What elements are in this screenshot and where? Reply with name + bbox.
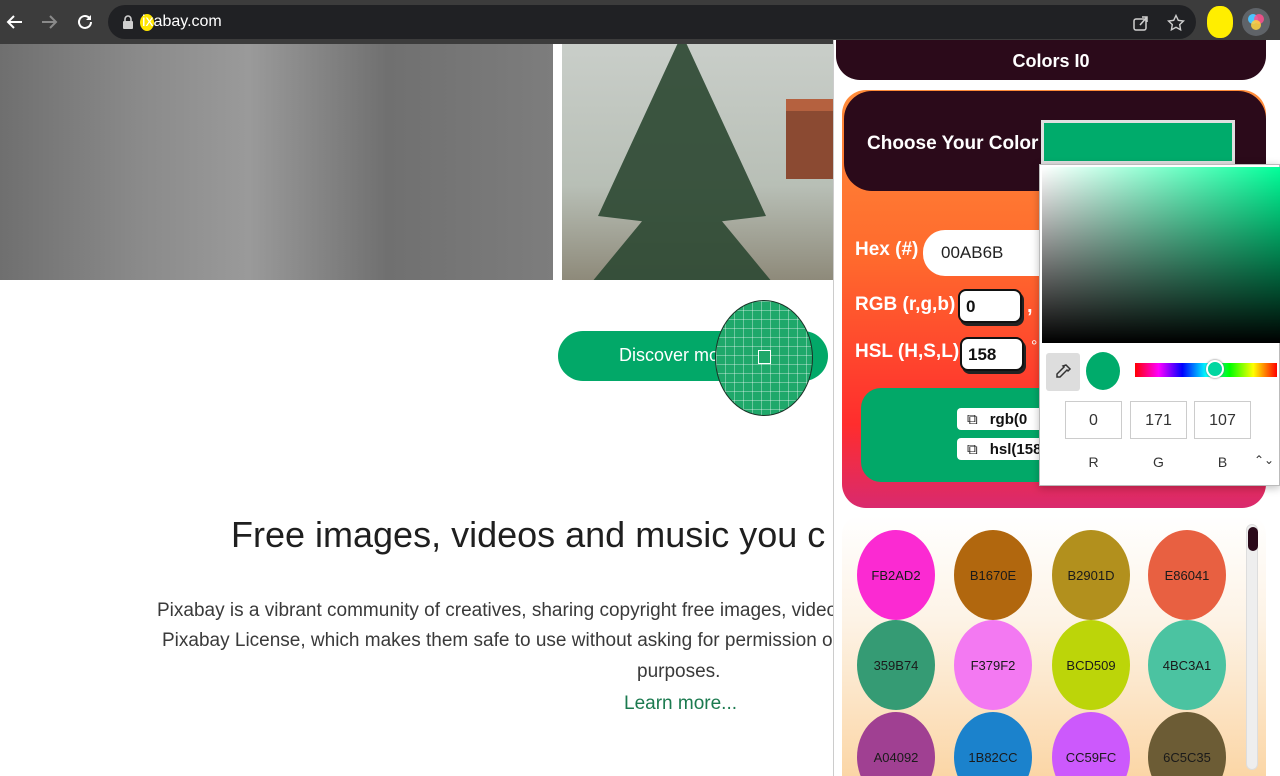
swatch-label: F379F2 xyxy=(970,657,1016,673)
bookmark-star-icon[interactable] xyxy=(1167,14,1185,32)
copy-hsl-button[interactable]: ⧉ hsl(158, xyxy=(957,438,1052,460)
format-toggle-button[interactable]: ⌃⌄ xyxy=(1254,453,1274,467)
swatch-grid: FB2AD2 B1670E B2901D E86041 359B74 F379F2 BCD5… xyxy=(842,516,1266,776)
swatch-label: E86041 xyxy=(1164,567,1210,583)
cabin-shape xyxy=(786,99,834,179)
swatch-label: 359B74 xyxy=(873,657,919,673)
reload-icon xyxy=(78,14,92,29)
popup-title: Colors I0 xyxy=(836,40,1266,80)
swatch-label: BCD509 xyxy=(1066,657,1116,673)
color-swatch[interactable]: B2901D xyxy=(1052,530,1130,620)
swatch-scrollbar[interactable] xyxy=(1246,524,1258,770)
swatch-label: A04092 xyxy=(873,749,919,765)
color-swatch[interactable]: A04092 xyxy=(857,712,935,776)
forward-button[interactable] xyxy=(37,10,61,34)
picker-g-input[interactable]: 171 xyxy=(1130,401,1187,439)
color-swatch[interactable]: 1B82CC xyxy=(954,712,1032,776)
share-icon[interactable] xyxy=(1132,14,1150,32)
swatch-label: CC59FC xyxy=(1065,749,1117,765)
back-button[interactable] xyxy=(3,10,27,34)
tree-shape xyxy=(582,44,782,280)
tree-photo[interactable] xyxy=(562,44,834,280)
eyedropper-button[interactable] xyxy=(1046,353,1080,391)
eyedropper-magnifier xyxy=(715,300,813,416)
copy-hsl-text: hsl(158, xyxy=(989,441,1046,458)
color-picker-dropdown: 0 171 107 R G B ⌃⌄ xyxy=(1039,164,1280,486)
color-preview xyxy=(1086,352,1120,390)
browser-toolbar: ixabay.com xyxy=(0,0,1280,44)
rgb-r-input[interactable]: 0 xyxy=(958,289,1022,323)
color-swatch[interactable]: F379F2 xyxy=(954,620,1032,710)
palette-icon xyxy=(1248,14,1264,30)
hex-label: Hex (#) xyxy=(855,239,919,260)
swatch-label: B2901D xyxy=(1067,567,1115,583)
magnifier-center-pixel xyxy=(758,350,771,364)
copy-icon: ⧉ xyxy=(967,441,978,458)
copy-icon: ⧉ xyxy=(967,411,978,428)
reload-button[interactable] xyxy=(73,10,97,34)
page-headline: Free images, videos and music you c xyxy=(231,514,826,555)
address-bar[interactable]: ixabay.com xyxy=(108,5,1196,39)
color-swatch[interactable]: CC59FC xyxy=(1052,712,1130,776)
color-swatch[interactable]: E86041 xyxy=(1148,530,1226,620)
picker-r-input[interactable]: 0 xyxy=(1065,401,1122,439)
color-swatch[interactable]: B1670E xyxy=(954,530,1032,620)
url-text: ixabay.com xyxy=(142,13,222,30)
saturation-value-field[interactable] xyxy=(1042,167,1280,343)
colors-extension-icon[interactable] xyxy=(1242,8,1270,36)
arrow-right-icon xyxy=(42,15,58,29)
color-swatch[interactable]: FB2AD2 xyxy=(857,530,935,620)
color-input[interactable] xyxy=(1041,120,1235,164)
lock-icon xyxy=(123,15,133,29)
hue-slider-handle[interactable] xyxy=(1206,360,1224,378)
picker-b-label: B xyxy=(1217,454,1228,470)
learn-more-link[interactable]: Learn more... xyxy=(624,693,737,715)
extension-icon-highlighted[interactable] xyxy=(1207,6,1233,38)
eyedropper-icon xyxy=(1056,364,1072,378)
description-line: Pixabay is a vibrant community of creati… xyxy=(157,600,869,621)
statues-photo[interactable] xyxy=(0,44,553,280)
hsl-h-input[interactable]: 158 xyxy=(960,337,1024,371)
copy-rgb-button[interactable]: ⧉ rgb(0 xyxy=(957,408,1052,430)
description-line: Pixabay License, which makes them safe t… xyxy=(162,630,869,651)
description-line: purposes. xyxy=(637,661,721,682)
scrollbar-thumb[interactable] xyxy=(1248,527,1258,551)
rgb-label: RGB (r,g,b) xyxy=(855,294,956,315)
choose-color-label: Choose Your Color xyxy=(867,133,1039,154)
color-swatch[interactable]: 4BC3A1 xyxy=(1148,620,1226,710)
picker-g-label: G xyxy=(1153,454,1164,470)
rgb-separator: , xyxy=(1027,295,1033,317)
copy-values-panel: ⧉ rgb(0 ⧉ hsl(158, xyxy=(861,388,1052,482)
degree-symbol: ° xyxy=(1031,338,1038,355)
color-swatch[interactable]: 359B74 xyxy=(857,620,935,710)
hsl-label: HSL (H,S,L) xyxy=(855,341,960,362)
swatch-label: B1670E xyxy=(969,567,1017,583)
color-swatch[interactable]: BCD509 xyxy=(1052,620,1130,710)
swatch-label: 1B82CC xyxy=(968,749,1018,765)
swatch-label: FB2AD2 xyxy=(871,567,921,583)
swatch-label: 6C5C35 xyxy=(1163,749,1211,765)
copy-rgb-text: rgb(0 xyxy=(989,411,1028,428)
picker-r-label: R xyxy=(1088,454,1099,470)
color-swatch[interactable]: 6C5C35 xyxy=(1148,712,1226,776)
arrow-left-icon xyxy=(6,15,22,29)
picker-b-input[interactable]: 107 xyxy=(1194,401,1251,439)
swatch-label: 4BC3A1 xyxy=(1162,657,1212,673)
